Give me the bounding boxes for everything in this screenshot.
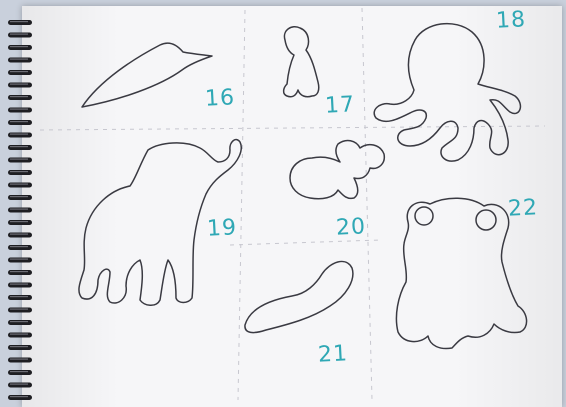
- outline-16: [81, 42, 213, 108]
- label-20: 20: [335, 214, 367, 241]
- outline-18: [373, 22, 522, 162]
- outline-17: [282, 26, 320, 98]
- guide-line-vertical-right: [361, 7, 373, 401]
- label-17: 17: [324, 92, 356, 119]
- frog-right-eye: [475, 209, 497, 231]
- label-18: 18: [495, 7, 527, 34]
- guide-line-vertical-left: [237, 9, 246, 401]
- outline-21: [244, 260, 354, 334]
- guide-line-horizontal-mid: [229, 239, 381, 246]
- outline-20: [289, 139, 386, 200]
- label-19: 19: [206, 215, 238, 242]
- label-16: 16: [204, 85, 236, 112]
- frog-left-eye: [414, 206, 434, 226]
- sketchbook-photo: 16 17 18 19 20 21 22: [0, 0, 566, 407]
- label-22: 22: [507, 195, 539, 222]
- label-21: 21: [317, 341, 349, 368]
- guide-line-horizontal-top: [39, 125, 546, 131]
- animal-outlines: [39, 7, 546, 401]
